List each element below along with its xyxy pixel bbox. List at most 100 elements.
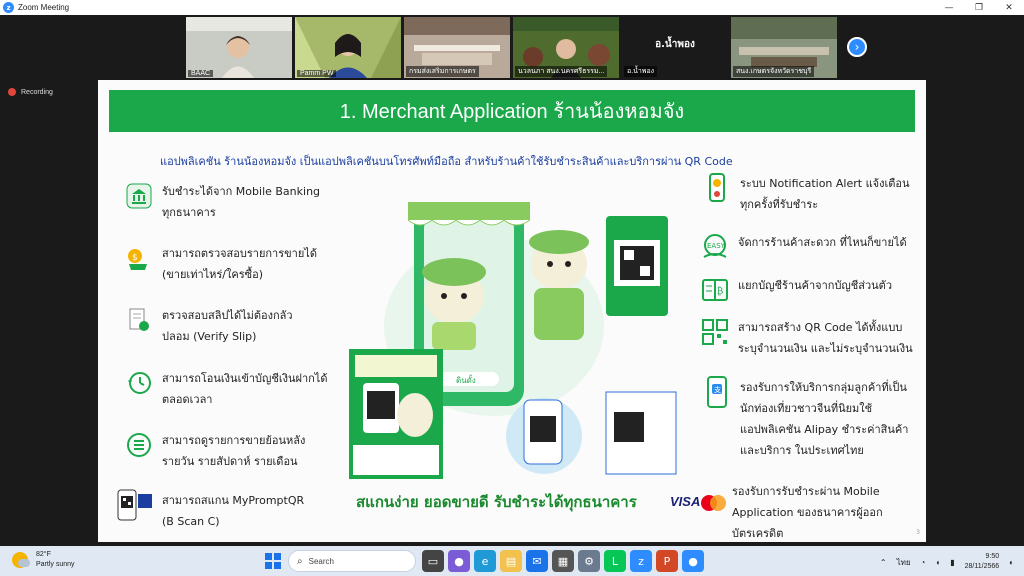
partly-sunny-icon	[12, 552, 30, 568]
taskbar-search[interactable]: ⌕ Search	[288, 550, 416, 572]
participant-tile[interactable]: Pamm PW	[295, 17, 401, 78]
feature-item: EASY จัดการร้านค้าสะดวก ที่ไหนก็ขายได้	[700, 232, 907, 262]
window-titlebar: z Zoom Meeting — ❐ ✕	[0, 0, 1024, 15]
feature-item: สามารถดูรายการขายย้อนหลังรายวัน รายสัปดา…	[124, 430, 305, 472]
close-button[interactable]: ✕	[994, 3, 1024, 13]
feature-item: $ สามารถตรวจสอบรายการขายได้ (ขายเท่าไหร่/…	[124, 243, 317, 285]
feature-line: แอปพลิเคชัน Alipay ชำระค่าสินค้า	[740, 423, 909, 436]
clock[interactable]: 9:50 28/11/2566	[965, 552, 1000, 572]
feature-line: สามารถดูรายการขายย้อนหลัง	[162, 434, 306, 447]
participant-name: BAAC	[188, 70, 214, 77]
feature-line: ระบบ Notification Alert แจ้งเตือน	[740, 177, 910, 190]
slide-tagline: สแกนง่าย ยอดขายดี รับชำระได้ทุกธนาคาร	[356, 493, 637, 511]
feature-line: (B Scan C)	[162, 515, 220, 528]
recording-label: Recording	[21, 88, 53, 96]
participant-tile[interactable]: BAAC	[186, 17, 292, 78]
feature-line: นักท่องเที่ยวชาวจีนที่นิยมใช้	[740, 402, 873, 415]
feature-item: สามารถสแกน MyPromptQR (B Scan C)	[116, 489, 305, 532]
feature-line: แยกบัญชีร้านค้าจากบัญชีส่วนตัว	[738, 279, 892, 292]
powerpoint-icon[interactable]: P	[656, 550, 678, 572]
recording-indicator[interactable]: Recording	[8, 88, 53, 96]
feature-item: 支 รองรับการให้บริการกลุ่มลูกค้าที่เป็นนั…	[702, 376, 909, 461]
weather-condition: Partly sunny	[36, 561, 75, 568]
slide-title: 1. Merchant Application ร้านน้องหอมจัง	[109, 90, 915, 132]
shared-slide: 1. Merchant Application ร้านน้องหอมจัง แ…	[98, 80, 926, 542]
feature-line: รองรับการรับชำระผ่าน Mobile	[732, 485, 880, 498]
feature-item: ₿ แยกบัญชีร้านค้าจากบัญชีส่วนตัว	[700, 275, 892, 305]
line-app-icon[interactable]: L	[604, 550, 626, 572]
visa-logo: VISA	[670, 494, 701, 509]
zoom-meeting-icon[interactable]: ●	[682, 550, 704, 572]
taskbar-apps: ⌕ Search ▭ ● e ▤ ✉ ▦ ⚙ L z P ●	[262, 550, 708, 572]
restore-button[interactable]: ❐	[964, 3, 994, 13]
task-view-icon[interactable]: ▭	[422, 550, 444, 572]
minimize-button[interactable]: —	[934, 3, 964, 13]
feature-line: และบริการ ในประเทศไทย	[740, 444, 864, 457]
notification-bell-icon[interactable]: ◐	[1009, 558, 1014, 567]
feature-line: จัดการร้านค้าสะดวก ที่ไหนก็ขายได้	[738, 236, 907, 249]
participant-video-icon	[186, 17, 292, 78]
svg-text:$: $	[132, 253, 138, 263]
feature-line: รองรับการให้บริการกลุ่มลูกค้าที่เป็น	[740, 381, 907, 394]
calculator-icon[interactable]: ▦	[552, 550, 574, 572]
participant-tile[interactable]: อ.น้ำพอง อ.น้ำพอง	[622, 17, 728, 78]
feature-item: ระบบ Notification Alert แจ้งเตือนทุกครั้…	[702, 173, 910, 215]
alipay-icon: 支	[702, 376, 732, 408]
phone-alert-icon	[702, 173, 732, 203]
feature-line: ตรวจสอบสลิปได้ไม่ต้องกลัว	[162, 309, 293, 322]
feature-item: รับชำระได้จาก Mobile Banking ทุกธนาคาร	[124, 181, 320, 223]
svg-text:₿: ₿	[717, 286, 723, 297]
feature-line: ปลอม (Verify Slip)	[162, 330, 257, 343]
feature-line: สามารถตรวจสอบรายการขายได้	[162, 247, 317, 260]
search-icon: ⌕	[297, 555, 303, 567]
battery-icon[interactable]: ▮	[950, 558, 954, 567]
volume-icon[interactable]: ◖	[935, 558, 940, 567]
feature-line: รับชำระได้จาก Mobile Banking	[162, 185, 321, 198]
svg-text:EASY: EASY	[707, 242, 726, 250]
feature-line: สามารถสร้าง QR Code ได้ทั้งแบบ	[738, 321, 903, 334]
participant-name: Pamm PW	[297, 70, 337, 77]
feature-item: ตรวจสอบสลิปได้ไม่ต้องกลัวปลอม (Verify Sl…	[124, 305, 293, 347]
feature-line: สามารถสแกน MyPromptQR	[162, 494, 305, 507]
tray-overflow-icon[interactable]: ⌃	[880, 558, 887, 567]
feature-item: สามารถโอนเงินเข้าบัญชีเงินฝากได้ ตลอดเวลา	[124, 368, 327, 410]
participant-name: กรมส่งเสริมการเกษตร	[406, 66, 479, 77]
weather-widget[interactable]: 82°F Partly sunny	[12, 550, 75, 570]
svg-text:支: 支	[714, 385, 721, 394]
feature-line: (ขายเท่าไหร่/ใครซื้อ)	[162, 268, 264, 281]
chat-icon[interactable]: ●	[448, 550, 470, 572]
phone-button-label: ดินดั้ง	[456, 374, 476, 385]
participant-name: สนง.เกษตรจังหวัดราชบุรี	[733, 66, 815, 77]
history-list-icon	[124, 430, 154, 460]
cart-check-icon: $	[124, 243, 154, 273]
settings-icon[interactable]: ⚙	[578, 550, 600, 572]
ledger-icon: ₿	[700, 275, 730, 305]
feature-line: รายวัน รายสัปดาห์ รายเดือน	[162, 455, 298, 468]
slip-icon	[124, 305, 154, 335]
wifi-icon[interactable]: ◔	[921, 558, 926, 567]
mail-icon[interactable]: ✉	[526, 550, 548, 572]
file-explorer-icon[interactable]: ▤	[500, 550, 522, 572]
feature-item: รองรับการรับชำระผ่าน Mobile Application ข…	[724, 481, 883, 542]
feature-line: ทุกธนาคาร	[162, 206, 216, 219]
clock-icon	[124, 368, 154, 398]
participant-tile[interactable]: นวลนภา สนง.นครศรีธรรม...	[513, 17, 619, 78]
zoom-app-icon[interactable]: z	[630, 550, 652, 572]
slide-page-number: 3	[916, 529, 920, 536]
next-participants-button[interactable]: ›	[847, 37, 867, 57]
windows-start-icon[interactable]	[262, 550, 284, 572]
scan-qr-icon	[116, 489, 154, 521]
participant-tile[interactable]: กรมส่งเสริมการเกษตร	[404, 17, 510, 78]
windows-taskbar: 82°F Partly sunny ⌕ Search ▭ ● e ▤ ✉ ▦ ⚙ …	[0, 546, 1024, 576]
feature-line: ทุกครั้งที่รับชำระ	[740, 198, 819, 211]
feature-line: สามารถโอนเงินเข้าบัญชีเงินฝากได้	[162, 372, 328, 385]
participant-tile[interactable]: สนง.เกษตรจังหวัดราชบุรี	[731, 17, 837, 78]
slide-subtitle: แอปพลิเคชัน ร้านน้องหอมจัง เป็นแอปพลิเคช…	[160, 155, 733, 168]
system-tray: ⌃ ไทย ◔ ◖ ▮ 9:50 28/11/2566 ◐	[870, 552, 1014, 572]
record-dot-icon	[8, 88, 16, 96]
easy-hand-icon: EASY	[700, 232, 730, 262]
edge-icon[interactable]: e	[474, 550, 496, 572]
weather-temp: 82°F	[36, 551, 51, 558]
window-controls: — ❐ ✕	[934, 3, 1024, 13]
language-indicator[interactable]: ไทย	[897, 556, 911, 569]
